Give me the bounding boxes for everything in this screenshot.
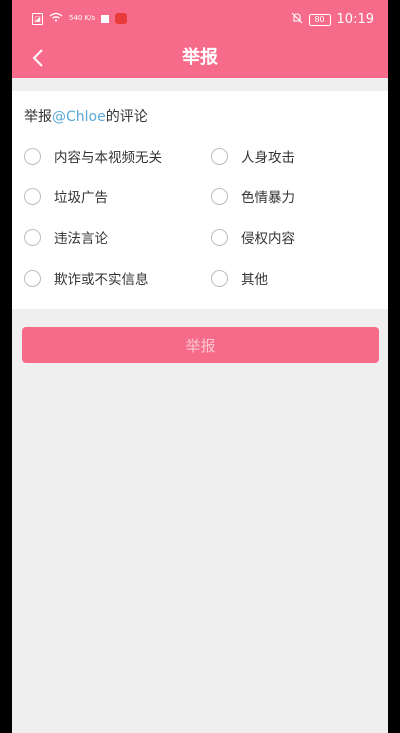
app-frame: ◪ 540 K/s 80 10:19 举报 举报@Chloe的评论 内容与本视频… — [12, 0, 388, 733]
report-heading: 举报@Chloe的评论 — [24, 106, 148, 126]
status-left: ◪ 540 K/s — [32, 12, 128, 25]
option-label: 违法言论 — [54, 231, 108, 247]
option-label: 垃圾广告 — [54, 190, 108, 206]
option-fraud[interactable]: 欺诈或不实信息 — [24, 268, 149, 288]
wifi-icon — [49, 12, 63, 25]
radio-button[interactable] — [24, 228, 41, 246]
nav-bar: 举报 — [12, 38, 388, 78]
radio-button[interactable] — [211, 228, 228, 246]
mentioned-user[interactable]: @Chloe — [52, 109, 106, 125]
radio-button[interactable] — [24, 269, 41, 287]
status-bar: ◪ 540 K/s 80 10:19 — [12, 0, 388, 38]
radio-button[interactable] — [24, 187, 41, 205]
report-suffix: 的评论 — [105, 109, 148, 125]
option-label: 人身攻击 — [241, 150, 295, 166]
battery-icon: 80 — [308, 13, 331, 26]
option-label: 色情暴力 — [241, 190, 295, 206]
option-illegal-speech[interactable]: 违法言论 — [24, 227, 108, 247]
report-card: 举报@Chloe的评论 内容与本视频无关 人身攻击 垃圾广告 色情暴力 违法言论… — [12, 91, 388, 309]
radio-button[interactable] — [211, 187, 228, 205]
report-prefix: 举报 — [24, 109, 52, 125]
mute-icon — [291, 12, 303, 27]
option-label: 内容与本视频无关 — [54, 150, 162, 166]
option-spam[interactable]: 垃圾广告 — [24, 186, 108, 206]
app-notification-icon — [115, 13, 128, 24]
option-personal-attack[interactable]: 人身攻击 — [211, 146, 295, 166]
clock: 10:19 — [336, 12, 374, 27]
option-label: 其他 — [241, 272, 268, 288]
radio-button[interactable] — [24, 147, 41, 165]
network-speed: 540 K/s — [69, 14, 96, 22]
radio-button[interactable] — [211, 147, 228, 165]
option-irrelevant[interactable]: 内容与本视频无关 — [24, 146, 162, 166]
header-bar: ◪ 540 K/s 80 10:19 举报 — [12, 0, 388, 78]
page-title: 举报 — [182, 47, 218, 68]
option-sexual-violence[interactable]: 色情暴力 — [211, 186, 295, 206]
option-label: 欺诈或不实信息 — [54, 272, 149, 288]
sim-icon: ◪ — [32, 12, 43, 25]
option-other[interactable]: 其他 — [211, 268, 268, 288]
report-submit-button[interactable]: 举报 — [22, 327, 379, 363]
radio-button[interactable] — [211, 269, 228, 287]
option-label: 侵权内容 — [241, 231, 295, 247]
option-infringement[interactable]: 侵权内容 — [211, 227, 295, 247]
notification-icon — [101, 14, 110, 23]
status-right: 80 10:19 — [291, 12, 374, 27]
